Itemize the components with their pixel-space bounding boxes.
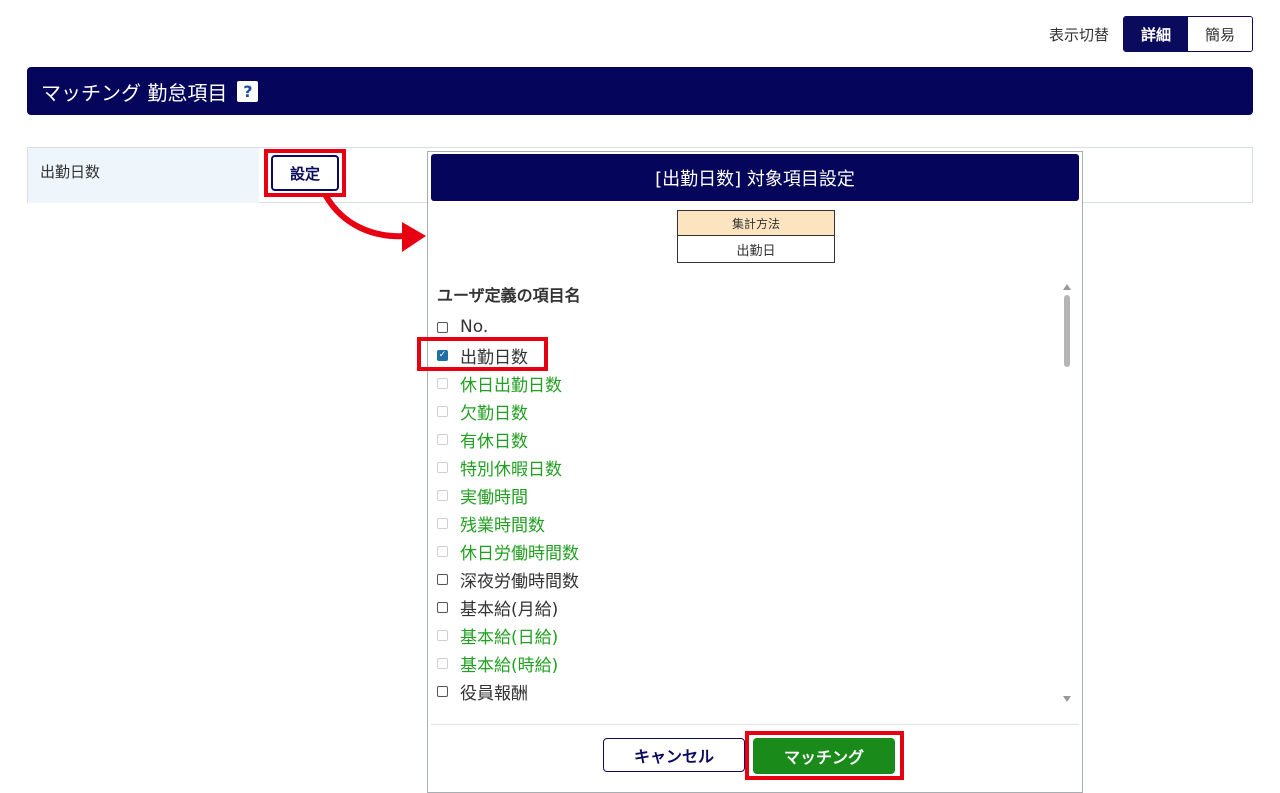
list-item-label: 残業時間数 <box>460 515 545 536</box>
checkbox-icon <box>437 377 448 389</box>
list-item-label: 特別休暇日数 <box>460 459 562 480</box>
checkbox-icon <box>437 657 448 669</box>
checkbox-icon <box>437 405 448 417</box>
scroll-down-icon[interactable] <box>1063 696 1071 702</box>
list-item-label: 基本給(日給) <box>460 627 559 648</box>
list-scrollbar[interactable] <box>1060 282 1074 702</box>
help-icon[interactable]: ? <box>237 80 259 102</box>
section-header: マッチング 勤怠項目 ? <box>27 67 1253 115</box>
list-item: 有休日数 <box>434 425 1054 453</box>
checkbox-icon <box>437 489 448 501</box>
list-item-label: 役員報酬 <box>460 683 528 704</box>
setting-button[interactable]: 設定 <box>271 155 339 191</box>
list-item: 実働時間 <box>434 481 1054 509</box>
list-item: 残業時間数 <box>434 509 1054 537</box>
checkbox-icon[interactable] <box>437 321 448 333</box>
checkbox-icon <box>437 517 448 529</box>
checked-item-highlight <box>417 337 548 371</box>
list-item-label: 深夜労働時間数 <box>460 571 579 592</box>
list-title: ユーザ定義の項目名 <box>437 286 581 305</box>
checkbox-icon <box>437 629 448 641</box>
list-item: 休日出勤日数 <box>434 369 1054 397</box>
view-toggle-label: 表示切替 <box>1048 25 1109 44</box>
view-detail-button[interactable]: 詳細 <box>1124 17 1188 51</box>
list-item-label: 休日労働時間数 <box>460 543 579 564</box>
checkbox-icon[interactable] <box>437 573 448 585</box>
target-item-dialog: [出勤日数] 対象項目設定 集計方法 出勤日 ユーザ定義の項目名 No. ✓ 出勤日… <box>427 151 1083 793</box>
section-title: マッチング 勤怠項目 <box>41 80 228 105</box>
list-item: 基本給(日給) <box>434 621 1054 649</box>
item-checkbox-list: No. ✓ 出勤日数 休日出勤日数 欠勤日数 有休日数 特別休暇日数 実働時間 残業時間数 休日労… <box>434 313 1054 708</box>
checkbox-icon <box>437 545 448 557</box>
match-button-highlight <box>745 731 904 780</box>
list-item-label: 欠勤日数 <box>460 403 528 424</box>
checkbox-icon <box>437 461 448 473</box>
list-item[interactable]: 基本給(月給) <box>434 593 1054 621</box>
view-toggle: 表示切替 詳細 簡易 <box>1049 16 1253 52</box>
footer-divider <box>431 724 1079 725</box>
view-toggle-group: 詳細 簡易 <box>1123 16 1253 52</box>
checkbox-icon[interactable] <box>437 601 448 613</box>
scroll-thumb[interactable] <box>1064 295 1070 367</box>
scroll-up-icon[interactable] <box>1063 284 1071 290</box>
aggregation-table: 集計方法 出勤日 <box>677 210 835 263</box>
list-item: 基本給(時給) <box>434 649 1054 677</box>
dialog-title: [出勤日数] 対象項目設定 <box>431 154 1079 201</box>
list-item-label: 実働時間 <box>460 487 528 508</box>
cancel-button[interactable]: キャンセル <box>603 738 745 772</box>
view-simple-button[interactable]: 簡易 <box>1188 17 1252 51</box>
aggregation-header: 集計方法 <box>678 211 834 236</box>
list-item-label: No. <box>460 317 489 337</box>
list-item: 特別休暇日数 <box>434 453 1054 481</box>
checkbox-icon[interactable] <box>437 685 448 697</box>
list-item-label: 休日出勤日数 <box>460 375 562 396</box>
aggregation-value: 出勤日 <box>736 243 776 259</box>
list-item: 欠勤日数 <box>434 397 1054 425</box>
list-item-label: 基本給(時給) <box>460 655 559 676</box>
list-item: 休日労働時間数 <box>434 537 1054 565</box>
red-arrow-icon <box>323 193 426 252</box>
list-item[interactable]: 役員報酬 <box>434 677 1054 705</box>
list-item-label: 有休日数 <box>460 431 528 452</box>
list-item[interactable]: 深夜労働時間数 <box>434 565 1054 593</box>
row-label: 出勤日数 <box>27 148 259 203</box>
checkbox-icon <box>437 433 448 445</box>
list-item-label: 基本給(月給) <box>460 599 559 620</box>
